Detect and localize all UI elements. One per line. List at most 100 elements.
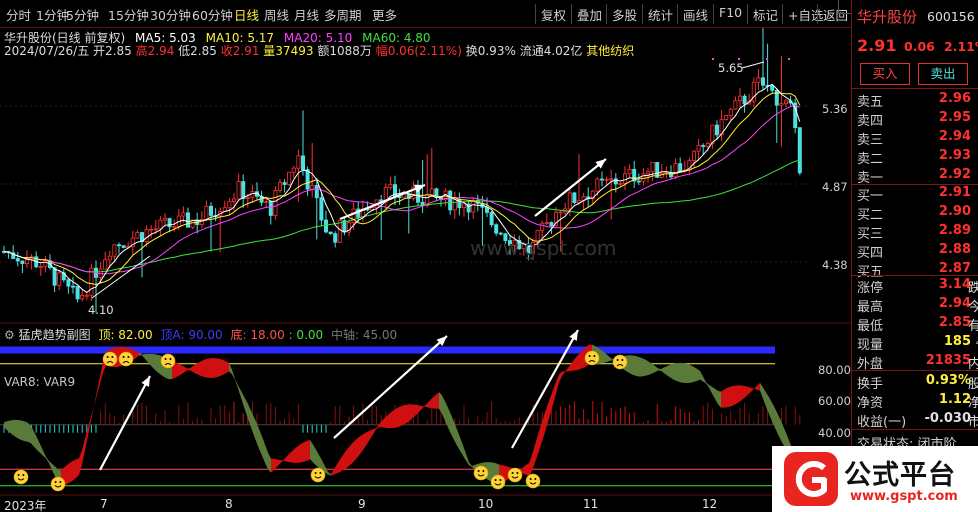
period-tab-8[interactable]: 月线 (294, 5, 319, 24)
var-ribbon-segment (142, 354, 145, 359)
tool-button-7[interactable]: +自选 (788, 5, 823, 24)
gear-icon[interactable]: ⚙ (4, 328, 15, 342)
var-ribbon-segment (223, 360, 226, 375)
candle-body (461, 203, 466, 209)
tool-button-4[interactable]: 画线 (683, 5, 708, 24)
var-ribbon-segment (214, 358, 217, 378)
var-ribbon-segment (211, 358, 214, 378)
var-ribbon-segment (676, 362, 679, 382)
candle-body (618, 183, 623, 185)
candle-body (728, 108, 733, 116)
buy-button[interactable]: 买入 (860, 63, 910, 85)
period-tab-2[interactable]: 5分钟 (66, 5, 99, 24)
period-tab-4[interactable]: 30分钟 (150, 5, 191, 24)
high-marker-line (741, 61, 765, 69)
candle-body (103, 259, 108, 270)
var-ribbon-segment (355, 437, 358, 461)
logo-url: www.gspt.com (850, 489, 958, 504)
var-ribbon-segment (22, 420, 25, 442)
indicator-chart[interactable] (0, 324, 851, 512)
var-ribbon-segment (673, 363, 676, 381)
face-eye (477, 470, 480, 472)
var-ribbon-segment (529, 455, 532, 476)
var-ribbon-segment (655, 365, 658, 373)
tool-button-6[interactable]: 标记 (753, 5, 778, 24)
main-y-tick-1: 5.36 (822, 102, 848, 116)
quote-row-extra: 今 (967, 300, 978, 315)
candle-body (153, 228, 158, 231)
var-ribbon-segment (412, 404, 415, 419)
period-tab-0[interactable]: 分时 (6, 5, 31, 24)
var-ribbon-segment (685, 363, 688, 384)
quote-row-value: 2.91 (938, 185, 971, 200)
var-ribbon-segment (721, 389, 724, 408)
top-a-label: 顶A: 90.00 (160, 328, 223, 342)
var-ribbon-segment (670, 363, 673, 380)
period-tab-1[interactable]: 1分钟 (36, 5, 69, 24)
face-eye (54, 481, 57, 483)
var-ribbon-segment (10, 420, 13, 436)
var-ribbon-segment (205, 358, 208, 378)
var-ribbon-segment (781, 421, 784, 446)
candle-body (489, 212, 494, 226)
zero-line-label: : 0.00 (288, 328, 324, 342)
logo-text: 公式平台 (844, 460, 956, 491)
price-change: 0.06 (904, 39, 935, 54)
candle-body (310, 185, 315, 190)
candle-body (282, 182, 287, 185)
toolbar-divider (782, 4, 783, 24)
candle-body (117, 244, 122, 247)
var-ribbon-segment (652, 363, 655, 374)
var-ribbon-segment (661, 367, 664, 374)
var-ribbon-segment (442, 395, 445, 421)
candle-body (107, 255, 112, 261)
var-ribbon-segment (535, 434, 538, 463)
var-ribbon-segment (601, 349, 604, 364)
period-tab-7[interactable]: 周线 (264, 5, 289, 24)
period-tab-9[interactable]: 多周期 (324, 5, 362, 24)
candle-body (181, 212, 186, 217)
var-ribbon-segment (400, 405, 403, 427)
tool-button-1[interactable]: 叠加 (577, 5, 602, 24)
tool-button-0[interactable]: 复权 (541, 5, 566, 24)
quote-row-label: 买一 (857, 189, 884, 204)
face-eye (127, 356, 130, 358)
quote-row-extra: 跌 (967, 281, 978, 296)
tool-button-2[interactable]: 多股 (612, 5, 637, 24)
frown-face-icon (584, 350, 600, 366)
var-ribbon-segment (283, 457, 286, 462)
candle-body (241, 181, 246, 199)
var-ribbon-segment (688, 364, 691, 384)
var-ribbon-segment (394, 408, 397, 428)
face-eye (22, 474, 25, 476)
sell-button[interactable]: 卖出 (918, 63, 968, 85)
face-eye (499, 479, 502, 481)
var-ribbon-segment (88, 416, 91, 436)
candle-body (277, 182, 282, 191)
var-ribbon-segment (133, 349, 136, 361)
tool-button-3[interactable]: 统计 (648, 5, 673, 24)
var-ribbon-segment (751, 387, 754, 392)
candle-body (38, 266, 43, 268)
candle-body (494, 224, 499, 234)
period-tab-10[interactable]: 更多 (372, 5, 397, 24)
face-eye (616, 359, 619, 361)
candle-body (696, 145, 701, 152)
var-ribbon-segment (757, 382, 760, 391)
candle-body (328, 231, 333, 235)
quote-row-label: 涨停 (857, 281, 884, 296)
var-ribbon-segment (391, 410, 394, 429)
var-ribbon-segment (361, 433, 364, 453)
var-ribbon-segment (418, 405, 421, 414)
period-tab-5[interactable]: 60分钟 (192, 5, 233, 24)
candle-body (158, 219, 163, 230)
candle-body (738, 95, 743, 102)
candle-body (264, 201, 269, 204)
candle-body (291, 167, 296, 173)
quote-row-value: 2.93 (938, 148, 971, 163)
candle-body (673, 163, 678, 178)
tool-button-5[interactable]: F10 (719, 5, 742, 20)
period-tab-3[interactable]: 15分钟 (108, 5, 149, 24)
candle-body (52, 267, 57, 286)
period-tab-6[interactable]: 日线 (234, 5, 259, 24)
